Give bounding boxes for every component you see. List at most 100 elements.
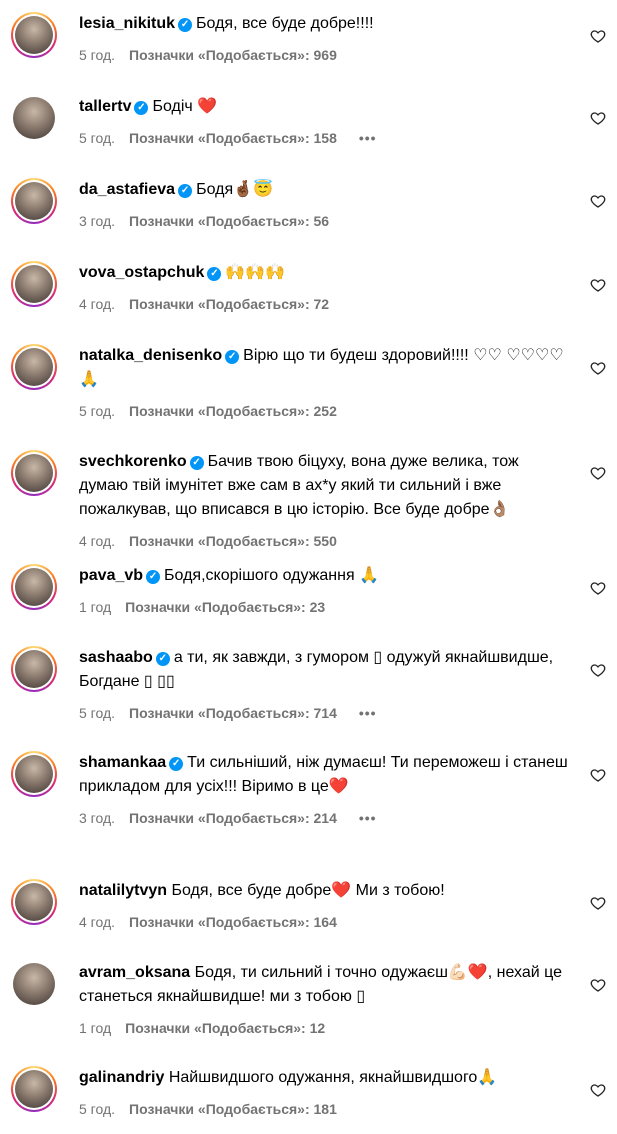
comment-meta: 3 год. Позначки «Подобається»: 56	[79, 212, 569, 230]
timestamp: 5 год.	[79, 403, 116, 419]
likes-count-link[interactable]: Позначки «Подобається»: 12	[125, 1020, 325, 1036]
likes-number: 969	[313, 47, 337, 63]
username-link[interactable]: natalka_denisenko	[79, 347, 222, 364]
username-link[interactable]: avram_oksana	[79, 964, 190, 981]
verified-badge-icon: ✓	[225, 350, 240, 364]
comment-text-block: galinandriy Найшвидшого одужання, якнайш…	[79, 1066, 569, 1090]
likes-number: 181	[313, 1101, 337, 1117]
verified-badge-icon: ✓	[146, 570, 161, 584]
comment-body: natalilytvyn Бодя, все буде добре❤️ Ми з…	[79, 879, 569, 931]
likes-number: 72	[313, 296, 330, 312]
comment-body: vova_ostapchuk ✓ 🙌🙌🙌 4 год. Позначки «Подоба…	[79, 261, 569, 313]
timestamp: 5 год.	[79, 130, 116, 146]
likes-label: Позначки «Подобається»:	[129, 810, 314, 826]
username-link[interactable]: vova_ostapchuk	[79, 264, 204, 281]
likes-count-link[interactable]: Позначки «Подобається»: 714	[129, 705, 337, 721]
verified-badge-icon: ✓	[178, 18, 193, 32]
avatar[interactable]	[11, 564, 57, 610]
likes-count-link[interactable]: Позначки «Подобається»: 164	[129, 914, 337, 930]
avatar[interactable]	[11, 879, 57, 925]
comment-meta: 4 год. Позначки «Подобається»: 72	[79, 295, 569, 313]
likes-count-link[interactable]: Позначки «Подобається»: 23	[125, 599, 325, 615]
comment-body: natalka_denisenko ✓ Вірю що ти будеш здоро…	[79, 344, 569, 420]
likes-label: Позначки «Подобається»:	[129, 296, 314, 312]
like-heart-icon[interactable]	[590, 277, 606, 293]
comment-text-block: shamankaa ✓ Ти сильніший, ніж думаєш! Ти п…	[79, 751, 569, 799]
avatar[interactable]	[11, 1066, 57, 1112]
like-heart-icon[interactable]	[590, 580, 606, 596]
likes-number: 12	[309, 1020, 326, 1036]
like-heart-icon[interactable]	[590, 28, 606, 44]
avatar[interactable]	[11, 178, 57, 224]
likes-count-link[interactable]: Позначки «Подобається»: 550	[129, 533, 337, 549]
like-heart-icon[interactable]	[590, 360, 606, 376]
avatar[interactable]	[11, 646, 57, 692]
likes-count-link[interactable]: Позначки «Подобається»: 252	[129, 403, 337, 419]
more-options-icon[interactable]: •••	[359, 130, 377, 146]
comment-text: Бодіч ❤️	[152, 98, 218, 115]
avatar[interactable]	[11, 261, 57, 307]
like-heart-icon[interactable]	[590, 662, 606, 678]
username-link[interactable]: lesia_nikituk	[79, 15, 175, 32]
avatar[interactable]	[11, 12, 57, 58]
like-heart-icon[interactable]	[590, 1082, 606, 1098]
avatar[interactable]	[11, 450, 57, 496]
username-link[interactable]: da_astafieva	[79, 181, 175, 198]
like-heart-icon[interactable]	[590, 767, 606, 783]
comment-text-block: natalilytvyn Бодя, все буде добре❤️ Ми з…	[79, 879, 569, 903]
avatar[interactable]	[11, 961, 57, 1007]
more-options-icon[interactable]: •••	[359, 810, 377, 826]
username-link[interactable]: svechkorenko	[79, 453, 187, 470]
avatar[interactable]	[11, 344, 57, 390]
likes-number: 158	[313, 130, 337, 146]
username-link[interactable]: shamankaa	[79, 754, 166, 771]
comment-body: svechkorenko ✓ Бачив твою біцуху, вона дуж…	[79, 450, 569, 550]
like-heart-icon[interactable]	[590, 895, 606, 911]
comment-text-block: tallertv ✓ Бодіч ❤️	[79, 95, 569, 119]
comment-meta: 5 год. Позначки «Подобається»: 969	[79, 46, 569, 64]
likes-count-link[interactable]: Позначки «Подобається»: 214	[129, 810, 337, 826]
like-heart-icon[interactable]	[590, 465, 606, 481]
likes-number: 714	[313, 705, 337, 721]
avatar[interactable]	[11, 95, 57, 141]
timestamp: 5 год.	[79, 47, 116, 63]
avatar[interactable]	[11, 751, 57, 797]
comment-body: lesia_nikituk ✓ Бодя, все буде добре!!!! 5 …	[79, 12, 569, 64]
comment-meta: 1 год Позначки «Подобається»: 23	[79, 598, 569, 616]
likes-count-link[interactable]: Позначки «Подобається»: 158	[129, 130, 337, 146]
timestamp: 3 год.	[79, 810, 116, 826]
username-link[interactable]: natalilytvyn	[79, 882, 167, 899]
comment-meta: 5 год. Позначки «Подобається»: 158 •••	[79, 129, 569, 147]
comment-text-block: vova_ostapchuk ✓ 🙌🙌🙌	[79, 261, 569, 285]
comment-text: Найшвидшого одужання, якнайшвидшого🙏	[168, 1069, 498, 1086]
likes-label: Позначки «Подобається»:	[129, 914, 314, 930]
likes-count-link[interactable]: Позначки «Подобається»: 181	[129, 1101, 337, 1117]
like-heart-icon[interactable]	[590, 977, 606, 993]
like-heart-icon[interactable]	[590, 193, 606, 209]
timestamp: 3 год.	[79, 213, 116, 229]
comment-text-block: sashaabo ✓ а ти, як завжди, з гумором ▯ од…	[79, 646, 569, 694]
username-link[interactable]: sashaabo	[79, 649, 153, 666]
like-heart-icon[interactable]	[590, 110, 606, 126]
timestamp: 4 год.	[79, 914, 116, 930]
timestamp: 1 год	[79, 599, 112, 615]
comment-body: pava_vb ✓ Бодя,скорішого одужання 🙏 1 год По…	[79, 564, 569, 616]
comment-body: tallertv ✓ Бодіч ❤️ 5 год. Позначки «Подобає…	[79, 95, 569, 147]
likes-count-link[interactable]: Позначки «Подобається»: 56	[129, 213, 329, 229]
comment-body: galinandriy Найшвидшого одужання, якнайш…	[79, 1066, 569, 1118]
username-link[interactable]: tallertv	[79, 98, 131, 115]
comment-text: 🙌🙌🙌	[225, 264, 286, 281]
verified-badge-icon: ✓	[169, 757, 184, 771]
timestamp: 5 год.	[79, 1101, 116, 1117]
likes-label: Позначки «Подобається»:	[129, 47, 314, 63]
username-link[interactable]: pava_vb	[79, 567, 143, 584]
username-link[interactable]: galinandriy	[79, 1069, 164, 1086]
likes-count-link[interactable]: Позначки «Подобається»: 969	[129, 47, 337, 63]
verified-badge-icon: ✓	[155, 652, 170, 666]
likes-count-link[interactable]: Позначки «Подобається»: 72	[129, 296, 329, 312]
comment-body: avram_oksana Бодя, ти сильний і точно од…	[79, 961, 569, 1037]
likes-label: Позначки «Подобається»:	[129, 403, 314, 419]
comment-text-block: natalka_denisenko ✓ Вірю що ти будеш здоро…	[79, 344, 569, 392]
more-options-icon[interactable]: •••	[359, 705, 377, 721]
likes-label: Позначки «Подобається»:	[125, 599, 310, 615]
